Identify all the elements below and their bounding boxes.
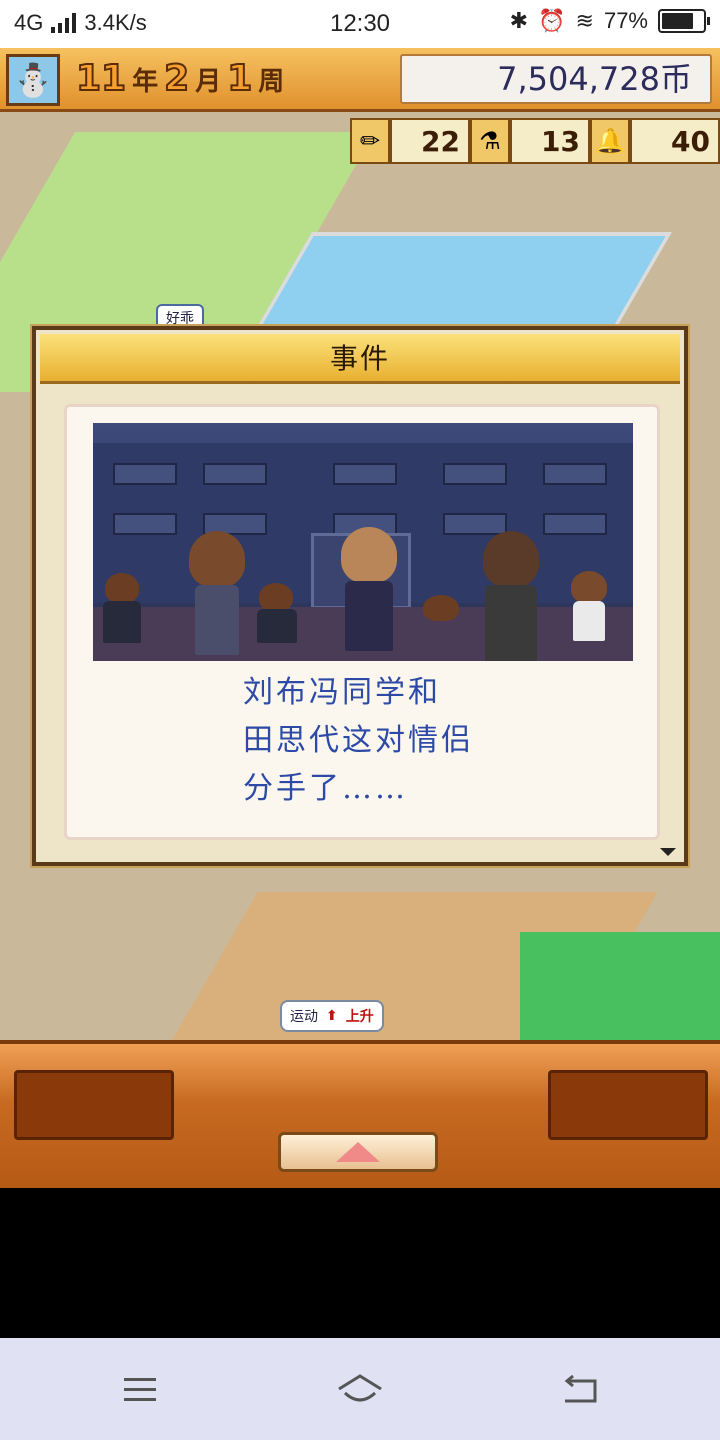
continue-arrow-icon[interactable] xyxy=(660,848,676,856)
event-message-line: 刘布冯同学和 xyxy=(243,675,441,710)
battery-percent: 77% xyxy=(603,8,648,33)
home-button[interactable] xyxy=(330,1368,390,1412)
event-message-line: 分手了…… xyxy=(243,771,408,806)
snowman-icon[interactable]: ⛄ xyxy=(6,54,60,106)
event-message: 刘布冯同学和 田思代这对情侣 分手了…… xyxy=(243,669,474,813)
pencil-icon: ✏ xyxy=(350,118,390,164)
right-panel-slot[interactable] xyxy=(548,1070,708,1140)
back-button[interactable] xyxy=(550,1368,610,1412)
alarm-icon: ⏰ xyxy=(538,8,566,33)
year-unit: 年 xyxy=(132,67,159,97)
menu-icon xyxy=(124,1378,156,1401)
stat-value-bell: 40 xyxy=(630,118,720,164)
hud-top-bar: ⛄ 11 年 2 月 1 周 7,504,728币 xyxy=(0,48,720,112)
sport-up-label: 上升 xyxy=(345,1009,374,1025)
event-message-line: 田思代这对情侣 xyxy=(243,723,474,758)
week-unit: 周 xyxy=(258,67,285,97)
sport-label: 运动 xyxy=(290,1009,318,1025)
battery-icon xyxy=(658,9,710,33)
battery-fill xyxy=(662,13,693,29)
money-display: 7,504,728币 xyxy=(400,54,712,104)
game-date: 11 年 2 月 1 周 xyxy=(75,57,285,100)
menu-button[interactable] xyxy=(110,1368,170,1412)
wifi-icon: ≋ xyxy=(575,8,594,33)
event-dialog-body: 刘布冯同学和 田思代这对情侣 分手了…… xyxy=(64,404,660,840)
year-value: 11 xyxy=(75,57,127,100)
flask-icon: ⚗ xyxy=(470,118,510,164)
system-nav-bar xyxy=(0,1338,720,1440)
sport-up-badge[interactable]: 运动 ⬆ 上升 xyxy=(280,1000,384,1032)
back-icon xyxy=(564,1375,597,1403)
resource-stats: ✏ 22 ⚗ 13 🔔 40 xyxy=(350,118,720,164)
month-value: 2 xyxy=(163,57,190,100)
status-bar: 4G 3.4K/s 12:30 ✱ ⏰ ≋ 77% xyxy=(0,0,720,48)
left-panel-slot[interactable] xyxy=(14,1070,174,1140)
status-right: ✱ ⏰ ≋ 77% xyxy=(509,8,710,34)
triangle-up-icon xyxy=(336,1142,380,1162)
game-view[interactable]: 好乖 运动 ⬆ 上升 ⛄ 11 年 2 月 1 周 7,504,728币 ✏ 2… xyxy=(0,48,720,1188)
event-dialog[interactable]: 事件 刘布冯同学和 田思代这对情侣 分手了…… xyxy=(32,326,688,866)
week-value: 1 xyxy=(226,57,253,100)
event-illustration xyxy=(93,423,633,661)
stat-value-flask: 13 xyxy=(510,118,590,164)
home-icon xyxy=(338,1374,382,1402)
expand-menu-button[interactable] xyxy=(278,1132,438,1172)
month-unit: 月 xyxy=(195,67,222,97)
bottom-control-panel xyxy=(0,1040,720,1188)
up-arrow-icon: ⬆ xyxy=(326,1008,338,1024)
bell-icon: 🔔 xyxy=(590,118,630,164)
stat-value-pencil: 22 xyxy=(390,118,470,164)
event-dialog-title: 事件 xyxy=(40,334,680,384)
bluetooth-icon: ✱ xyxy=(509,8,529,33)
